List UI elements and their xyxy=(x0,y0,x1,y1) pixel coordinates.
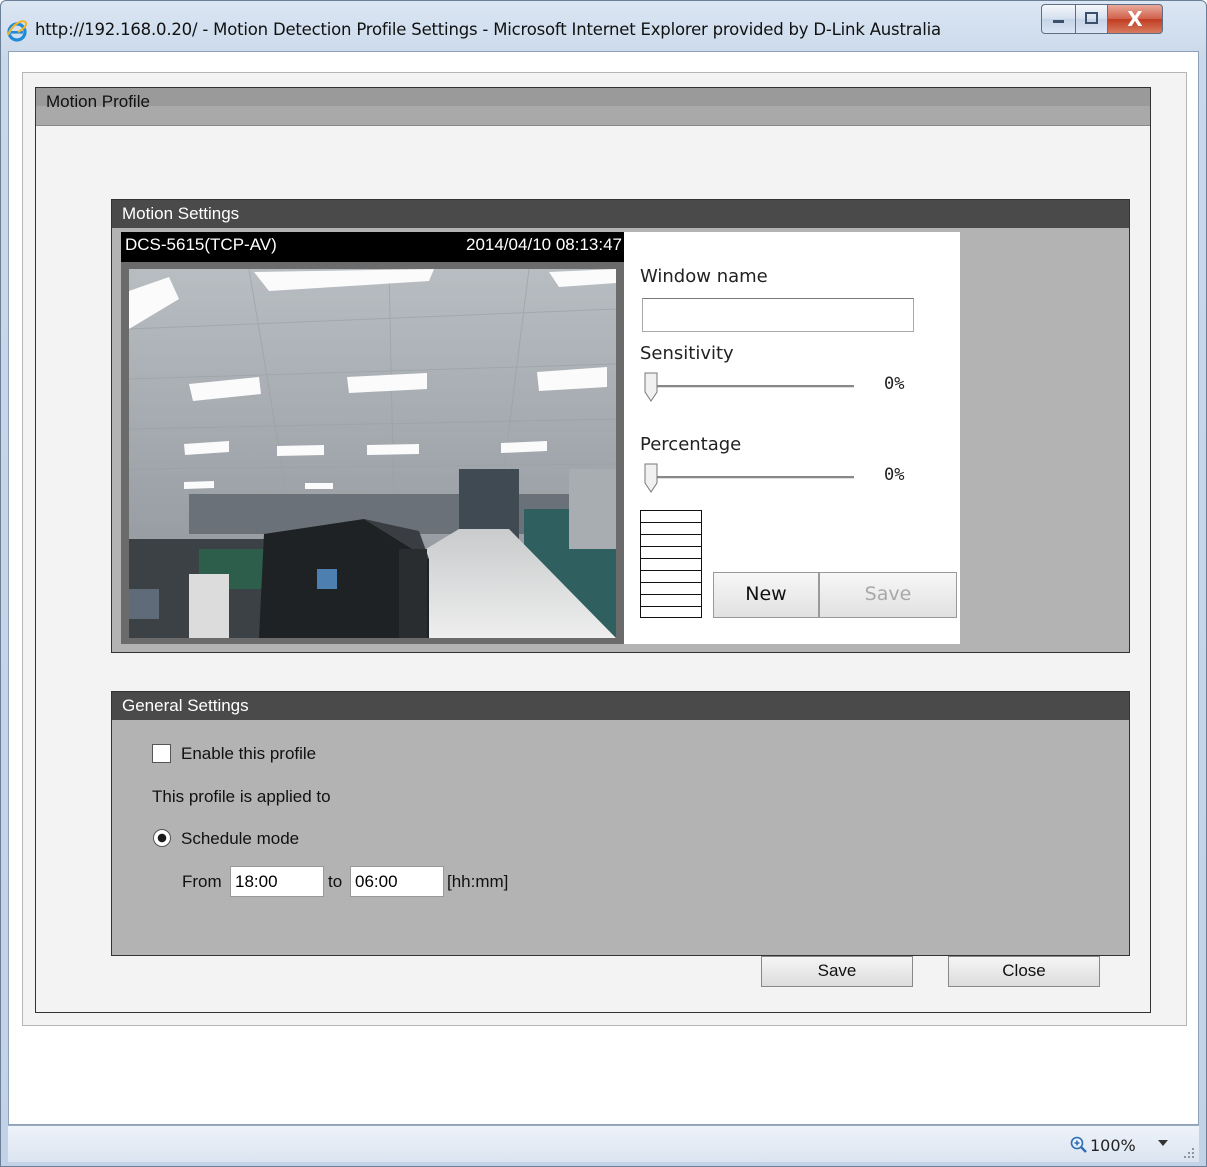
page-viewport: Motion Profile Motion Settings DCS-5615(… xyxy=(8,51,1199,1125)
from-time-input[interactable] xyxy=(230,866,324,897)
status-bar: 100% xyxy=(8,1125,1199,1162)
zoom-level[interactable]: 100% xyxy=(1090,1136,1136,1155)
maximize-button[interactable] xyxy=(1075,4,1107,34)
from-label: From xyxy=(182,872,222,891)
general-settings-header: General Settings xyxy=(112,692,1129,720)
enable-profile-label[interactable]: Enable this profile xyxy=(181,744,316,764)
zoom-icon[interactable] xyxy=(1070,1136,1088,1154)
camera-name: DCS-5615(TCP-AV) xyxy=(125,235,277,254)
motion-window-controls: Window name Sensitivity 0% Percentage 0%… xyxy=(624,232,960,644)
camera-preview: DCS-5615(TCP-AV) 2014/04/10 08:13:47 xyxy=(121,232,624,644)
percentage-value: 0% xyxy=(884,465,905,485)
general-settings-section: General Settings Enable this profile Thi… xyxy=(111,691,1130,956)
to-label: to xyxy=(328,872,343,891)
resize-grip-icon[interactable] xyxy=(1183,1147,1195,1159)
motion-profile-header: Motion Profile xyxy=(36,88,1150,126)
motion-settings-section: Motion Settings DCS-5615(TCP-AV) 2014/04… xyxy=(111,199,1130,653)
section-title: Motion Settings xyxy=(122,204,240,223)
motion-profile-panel: Motion Profile Motion Settings DCS-5615(… xyxy=(35,87,1151,1013)
chevron-down-icon[interactable] xyxy=(1156,1137,1170,1149)
camera-timestamp: 2014/04/10 08:13:47 xyxy=(466,235,622,254)
sensitivity-slider[interactable] xyxy=(644,372,874,406)
motion-settings-header: Motion Settings xyxy=(112,200,1129,228)
applied-to-label: This profile is applied to xyxy=(152,787,331,806)
browser-window: http://192.168.0.20/ - Motion Detection … xyxy=(0,0,1207,1167)
live-video-area[interactable] xyxy=(121,262,624,644)
internet-explorer-icon xyxy=(7,20,28,42)
new-window-button[interactable]: New xyxy=(713,572,819,618)
window-name-label: Window name xyxy=(640,266,768,287)
schedule-mode-radio[interactable] xyxy=(153,829,171,847)
save-button[interactable]: Save xyxy=(761,956,913,987)
window-title: http://192.168.0.20/ - Motion Detection … xyxy=(35,20,941,39)
close-button[interactable]: Close xyxy=(948,956,1100,987)
minimize-icon xyxy=(1053,20,1064,23)
percentage-slider[interactable] xyxy=(644,463,874,497)
save-window-button[interactable]: Save xyxy=(819,572,957,618)
minimize-button[interactable] xyxy=(1041,4,1075,34)
enable-profile-checkbox[interactable] xyxy=(152,744,171,763)
close-window-button[interactable]: X xyxy=(1107,4,1163,34)
to-time-input[interactable] xyxy=(350,866,444,897)
time-format-hint: [hh:mm] xyxy=(447,872,509,891)
panel-title: Motion Profile xyxy=(46,92,150,111)
slider-track xyxy=(650,385,854,388)
office-camera-image xyxy=(129,269,616,638)
slider-thumb[interactable] xyxy=(644,463,658,493)
section-title: General Settings xyxy=(122,696,249,715)
sensitivity-label: Sensitivity xyxy=(640,343,734,364)
close-icon: X xyxy=(1127,7,1143,31)
title-bar[interactable]: http://192.168.0.20/ - Motion Detection … xyxy=(1,1,1206,51)
maximize-icon xyxy=(1085,12,1098,24)
slider-track xyxy=(650,476,854,479)
slider-thumb[interactable] xyxy=(644,372,658,402)
sensitivity-value: 0% xyxy=(884,374,905,394)
schedule-mode-label[interactable]: Schedule mode xyxy=(181,829,299,849)
window-name-input[interactable] xyxy=(642,298,914,332)
motion-level-meter xyxy=(640,510,702,618)
percentage-label: Percentage xyxy=(640,434,742,455)
